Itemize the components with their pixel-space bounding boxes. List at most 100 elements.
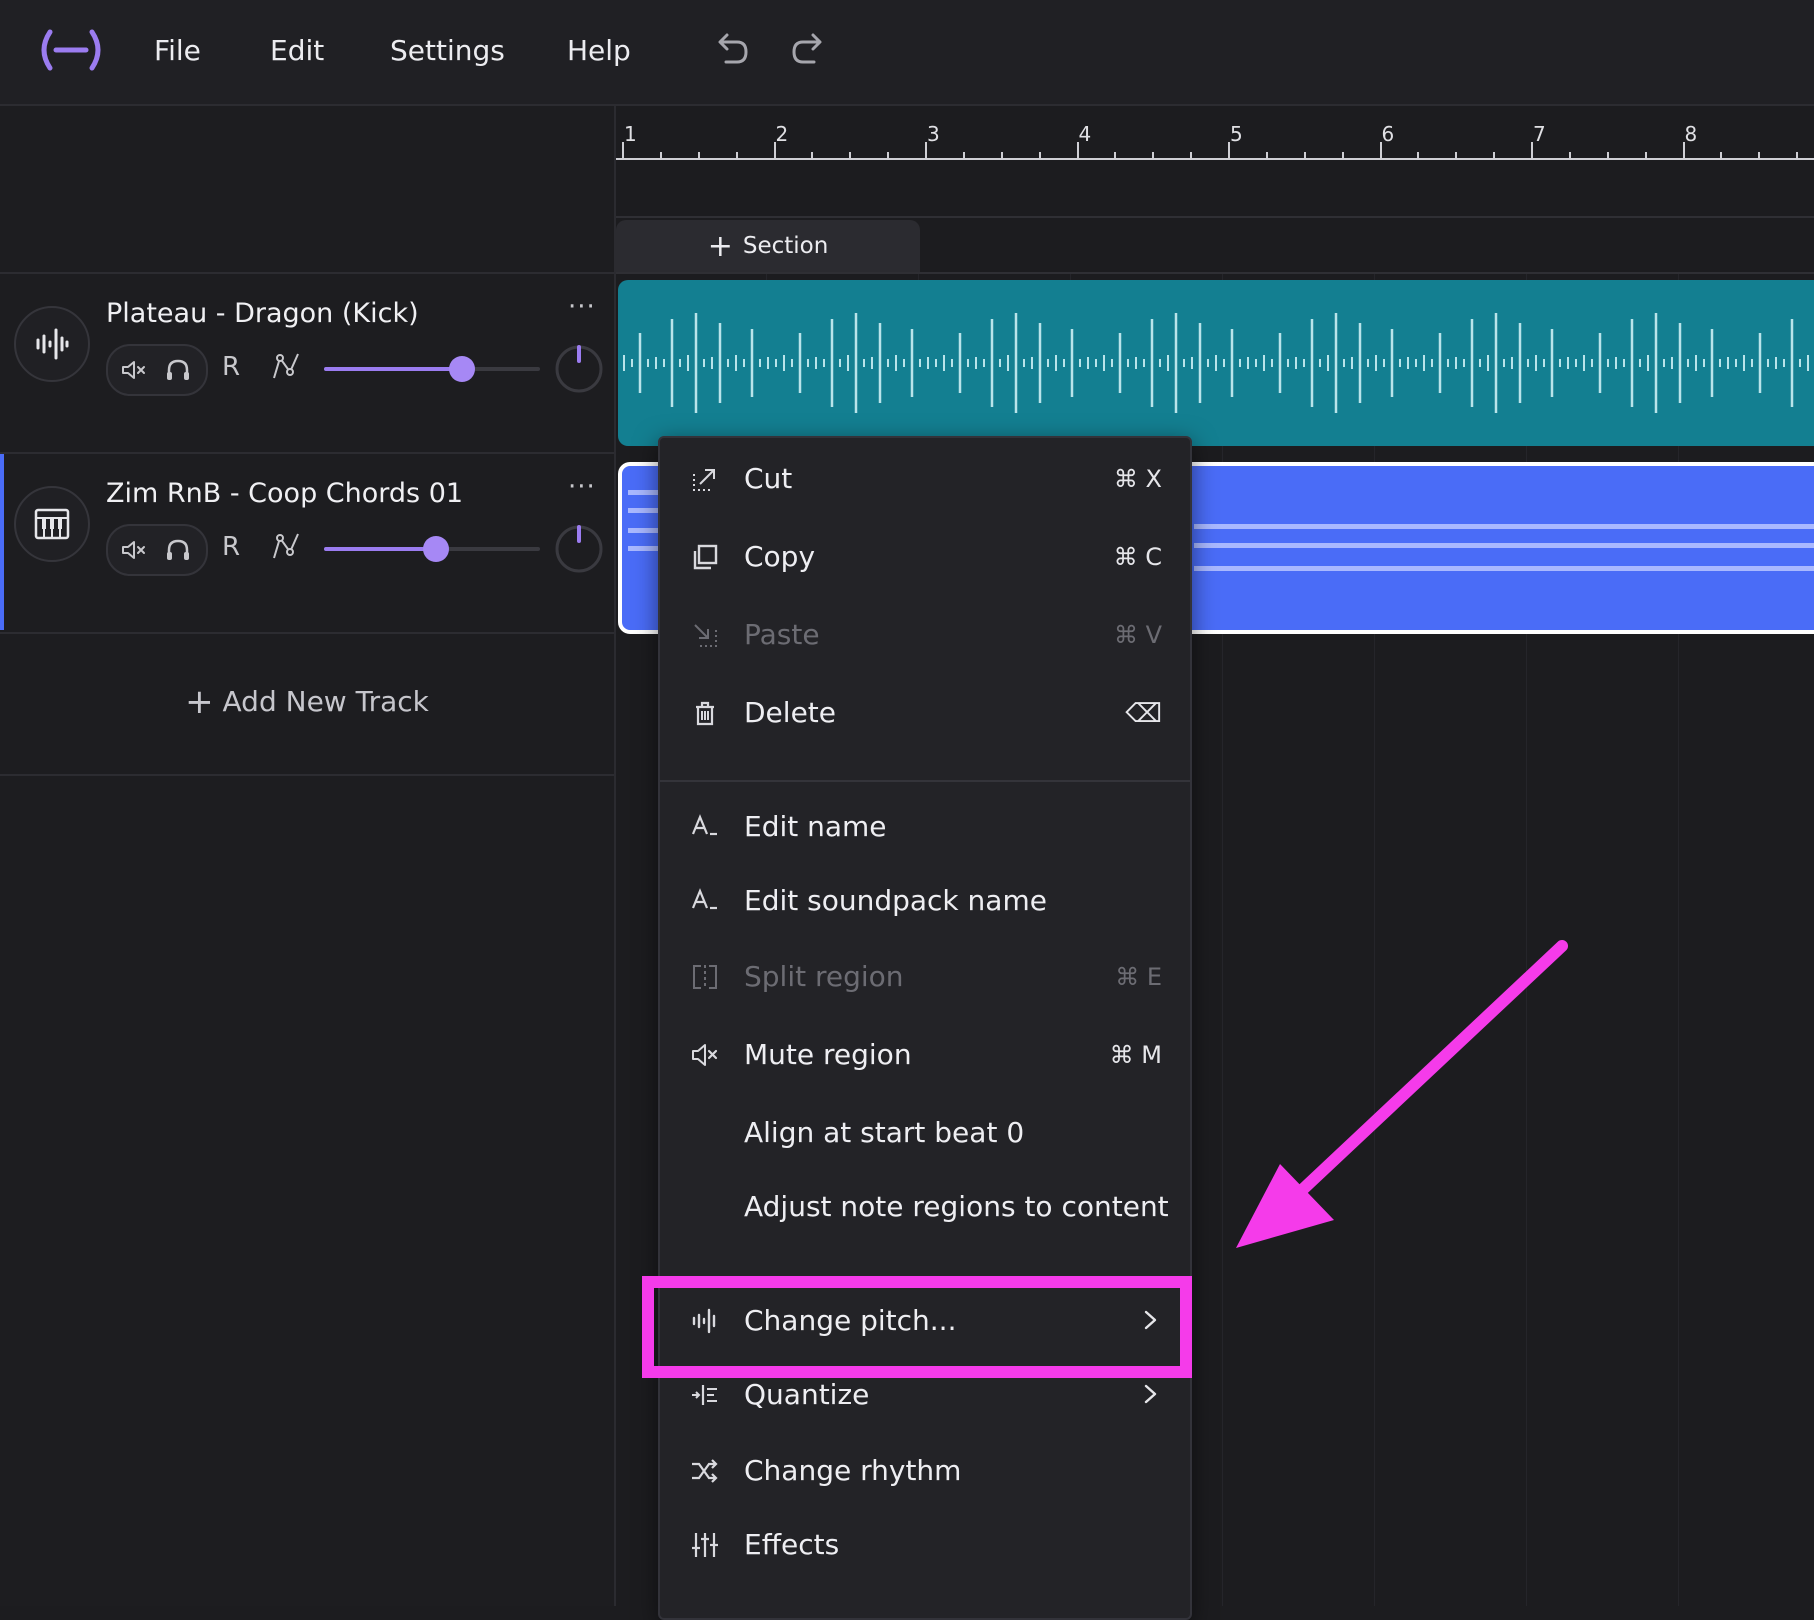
menu-shortcut: ⌘ M <box>1109 1041 1162 1069</box>
menu-shortcut: ⌘ X <box>1113 465 1162 493</box>
ruler-tick <box>1531 142 1533 160</box>
waveform-icon <box>36 328 69 360</box>
track-header-kick[interactable]: Plateau - Dragon (Kick) ··· R <box>0 274 614 450</box>
menu-item-mute-region[interactable]: Mute region ⌘ M <box>660 1024 1190 1088</box>
ruler-tick <box>1417 152 1420 160</box>
copy-icon <box>693 544 718 570</box>
menu-item-adjust-note-regions[interactable]: Adjust note regions to content <box>660 1176 1190 1240</box>
backspace-icon: ⌫ <box>1125 699 1162 729</box>
mute-button[interactable] <box>118 534 150 566</box>
menu-item-copy[interactable]: Copy ⌘ C <box>660 526 1190 590</box>
menu-item-quantize[interactable]: Quantize <box>660 1364 1190 1428</box>
ruler-tick <box>1000 152 1003 160</box>
quantize-icon <box>692 1385 717 1405</box>
plus-icon: + <box>185 682 214 722</box>
ruler-bar-number: 8 <box>1684 122 1698 146</box>
mute-button[interactable] <box>118 354 150 386</box>
menu-help[interactable]: Help <box>567 34 631 67</box>
menu-label: Cut <box>744 462 793 495</box>
top-bar: File Edit Settings Help <box>0 0 1814 106</box>
ruler-bar-number: 1 <box>624 122 637 146</box>
ruler-tick <box>849 152 852 160</box>
timeline-ruler[interactable]: 1 2 3 4 5 6 7 8 <box>616 106 1814 218</box>
add-new-track-button[interactable]: + Add New Track <box>0 682 614 722</box>
menu-settings[interactable]: Settings <box>390 34 505 67</box>
menu-item-effects[interactable]: Effects <box>660 1514 1190 1578</box>
ruler-tick <box>735 152 738 160</box>
menu-label: Edit name <box>744 810 887 843</box>
headphones-icon <box>167 359 189 380</box>
track-name[interactable]: Zim RnB - Coop Chords 01 <box>106 478 463 509</box>
cut-icon <box>693 469 715 491</box>
ruler-bar-number: 2 <box>775 122 789 146</box>
automation-icon[interactable] <box>270 528 302 564</box>
ruler-tick <box>1228 142 1230 160</box>
menu-label: Split region <box>744 960 904 993</box>
ruler-tick <box>1644 152 1647 160</box>
trash-icon <box>696 701 714 726</box>
record-arm-button[interactable]: R <box>222 352 240 382</box>
ruler-tick <box>1758 152 1761 160</box>
menu-edit[interactable]: Edit <box>270 34 324 67</box>
menu-file[interactable]: File <box>154 34 201 67</box>
menu-label: Adjust note regions to content <box>744 1190 1169 1223</box>
audio-region-kick[interactable] <box>618 280 1814 446</box>
menu-label: Copy <box>744 540 816 573</box>
app-logo[interactable] <box>36 28 106 72</box>
menu-item-edit-name[interactable]: Edit name <box>660 796 1190 860</box>
ruler-tick <box>1190 152 1193 160</box>
ruler-tick <box>1455 152 1458 160</box>
volume-slider[interactable] <box>324 536 540 562</box>
menu-label: Mute region <box>744 1038 912 1071</box>
track-name[interactable]: Plateau - Dragon (Kick) <box>106 298 419 329</box>
mute-solo-group <box>106 524 208 576</box>
text-edit-icon <box>691 888 717 910</box>
ruler-bar-number: 5 <box>1230 122 1243 146</box>
ruler-bar-number: 6 <box>1381 122 1395 146</box>
ruler-tick <box>1493 152 1496 160</box>
ruler-bar-number: 4 <box>1078 122 1092 146</box>
menu-item-paste[interactable]: Paste ⌘ V <box>660 604 1190 668</box>
ruler-tick <box>1114 152 1117 160</box>
volume-thumb[interactable] <box>449 356 476 382</box>
solo-button[interactable] <box>162 354 194 386</box>
volume-slider[interactable] <box>324 356 540 382</box>
menu-item-delete[interactable]: Delete ⌫ <box>660 682 1190 746</box>
menu-item-change-pitch[interactable]: Change pitch... <box>660 1290 1190 1354</box>
pan-knob[interactable] <box>554 524 604 574</box>
volume-thumb[interactable] <box>423 536 450 562</box>
ruler-tick <box>887 152 890 160</box>
mute-icon <box>692 1044 718 1066</box>
piano-icon <box>34 508 70 540</box>
menu-shortcut: ⌘ V <box>1113 621 1162 649</box>
mute-icon <box>122 361 145 379</box>
context-menu: Cut ⌘ X Copy ⌘ C Paste ⌘ V Delete ⌫ Edit… <box>658 436 1192 1620</box>
mute-icon <box>122 541 145 559</box>
menu-label: Paste <box>744 618 820 651</box>
redo-icon[interactable] <box>788 30 828 70</box>
automation-icon[interactable] <box>270 348 302 384</box>
menu-item-change-rhythm[interactable]: Change rhythm <box>660 1440 1190 1504</box>
divider <box>616 216 1814 218</box>
solo-button[interactable] <box>162 534 194 566</box>
add-section-button[interactable]: + Section <box>616 220 920 272</box>
track-header-chords[interactable]: Zim RnB - Coop Chords 01 ··· R <box>0 454 614 630</box>
track-more-button[interactable]: ··· <box>568 292 596 322</box>
shuffle-icon <box>692 1459 718 1483</box>
ruler-baseline <box>616 158 1814 160</box>
chevron-right-icon <box>1144 1384 1157 1404</box>
menu-label: Change pitch... <box>744 1304 957 1337</box>
pitch-icon <box>692 1308 716 1334</box>
plus-icon: + <box>707 228 733 264</box>
record-arm-button[interactable]: R <box>222 532 240 562</box>
track-more-button[interactable]: ··· <box>568 472 596 502</box>
ruler-tick <box>1303 152 1306 160</box>
menu-item-align-start[interactable]: Align at start beat 0 <box>660 1102 1190 1166</box>
undo-icon[interactable] <box>712 30 752 70</box>
menu-item-split-region[interactable]: Split region ⌘ E <box>660 946 1190 1010</box>
ruler-bar-number: 3 <box>927 122 940 146</box>
track-icon <box>14 306 90 382</box>
pan-knob[interactable] <box>554 344 604 394</box>
menu-item-cut[interactable]: Cut ⌘ X <box>660 448 1190 512</box>
menu-item-edit-soundpack-name[interactable]: Edit soundpack name <box>660 870 1190 934</box>
